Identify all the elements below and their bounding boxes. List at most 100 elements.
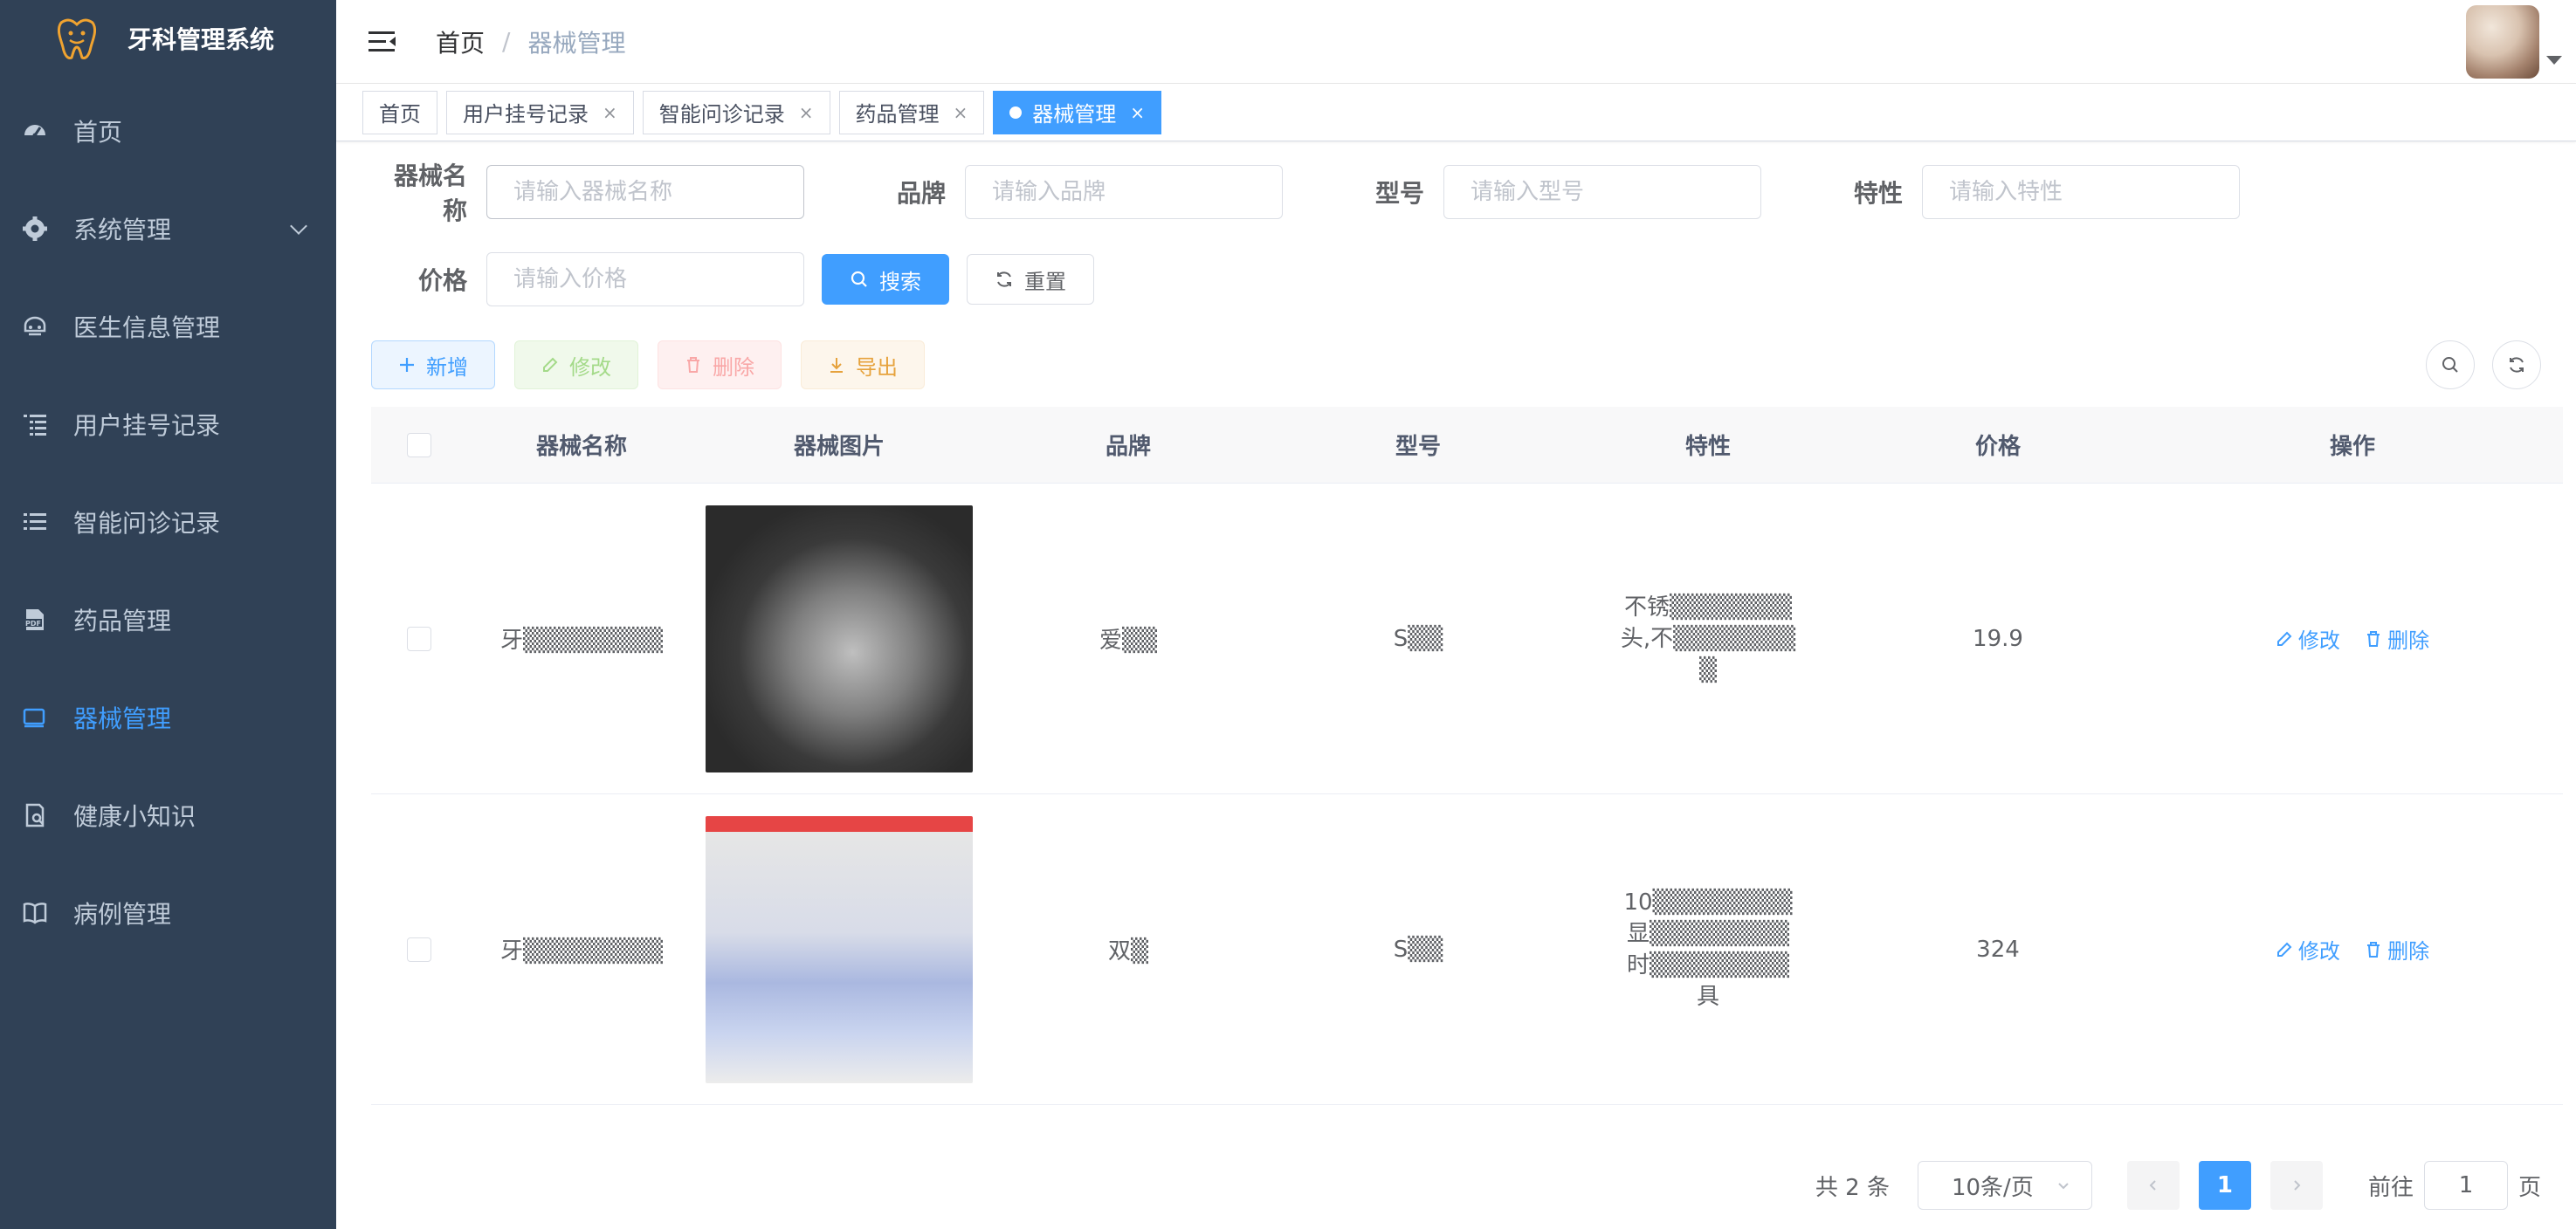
- column-header[interactable]: 特性: [1562, 429, 1854, 461]
- export-button[interactable]: 导出: [801, 340, 925, 389]
- tag-instrument[interactable]: 器械管理 ×: [993, 90, 1162, 134]
- feature-line: 头,不▒▒▒▒▒▒▒: [1620, 625, 1796, 652]
- add-button[interactable]: 新增: [371, 340, 495, 389]
- sidebar-item-label: 病例管理: [73, 900, 172, 929]
- avatar[interactable]: [2466, 5, 2539, 79]
- column-header[interactable]: 器械名称: [467, 429, 696, 461]
- refresh-icon: [995, 270, 1014, 289]
- trash-icon: [685, 356, 702, 374]
- top-navbar: 首页 / 器械管理: [336, 0, 2576, 84]
- row-edit-link[interactable]: 修改: [2276, 623, 2340, 654]
- next-page-button[interactable]: [2269, 1161, 2323, 1210]
- feature-line: 具: [1696, 983, 1719, 1010]
- form-label: 特性: [1853, 179, 1903, 208]
- column-header: 操作: [2329, 434, 2375, 460]
- sidebar-item-label: 系统管理: [73, 216, 172, 244]
- cell-model: S▒▒: [1393, 936, 1443, 963]
- cell-name: 牙▒▒▒▒▒▒▒▒: [500, 628, 663, 654]
- tag-medicine[interactable]: 药品管理 ×: [838, 90, 985, 134]
- tag-label: 用户挂号记录: [463, 102, 589, 127]
- sidebar-item-instrument[interactable]: 器械管理: [0, 669, 336, 766]
- close-icon[interactable]: ×: [1130, 102, 1145, 123]
- pagination: 共 2 条 10条/页 1 前往 1 页: [1815, 1161, 2541, 1210]
- form-label: 品牌: [896, 179, 946, 208]
- row-delete-link[interactable]: 删除: [2365, 934, 2429, 965]
- close-icon[interactable]: ×: [799, 102, 814, 123]
- sidebar-item-consultation[interactable]: 智能问诊记录: [0, 473, 336, 571]
- feature-line: 显▒▒▒▒▒▒▒▒: [1627, 920, 1789, 947]
- tag-registration[interactable]: 用户挂号记录 ×: [446, 90, 634, 134]
- tags-view: 首页 用户挂号记录 × 智能问诊记录 × 药品管理 × 器械管理 ×: [336, 84, 2576, 141]
- instrument-image[interactable]: [706, 505, 973, 772]
- sidebar-item-label: 智能问诊记录: [73, 509, 221, 538]
- prev-page-button[interactable]: [2126, 1161, 2180, 1210]
- refresh-table-button[interactable]: [2492, 340, 2541, 389]
- cell-price: 19.9: [1973, 625, 2023, 652]
- chevron-down-icon: [290, 217, 307, 235]
- active-dot-icon: [1009, 106, 1023, 119]
- close-icon[interactable]: ×: [603, 102, 617, 123]
- form-label: 器械名称: [393, 161, 467, 225]
- row-delete-label: 删除: [2387, 939, 2430, 964]
- edit-button[interactable]: 修改: [514, 340, 638, 389]
- row-checkbox[interactable]: [407, 937, 431, 962]
- trash-icon: [2367, 941, 2380, 958]
- column-header[interactable]: 器械图片: [696, 429, 982, 461]
- page-number-current[interactable]: 1: [2198, 1161, 2251, 1210]
- tag-consultation[interactable]: 智能问诊记录 ×: [642, 90, 830, 134]
- reset-button[interactable]: 重置: [967, 254, 1094, 305]
- reset-button-label: 重置: [1024, 269, 1066, 294]
- feature-input[interactable]: [1922, 165, 2240, 219]
- column-header[interactable]: 价格: [1854, 429, 2142, 461]
- sidebar-item-label: 医生信息管理: [73, 313, 221, 342]
- sidebar-item-cases[interactable]: 病例管理: [0, 864, 336, 962]
- cell-name: 牙▒▒▒▒▒▒▒▒: [500, 938, 663, 965]
- sidebar-menu: 首页 系统管理 医生信息管理 用户挂号记录 智能问诊记录 PDF 药品管理 器械…: [0, 82, 336, 962]
- sidebar-item-doctor[interactable]: 医生信息管理: [0, 278, 336, 375]
- page-content: 器械名称 品牌 型号 特性 价格: [336, 148, 2576, 1105]
- tooth-logo-icon: [57, 18, 97, 59]
- pdf-icon: PDF: [21, 606, 49, 634]
- feature-line: ▒: [1699, 656, 1717, 683]
- search-button[interactable]: 搜索: [822, 254, 949, 305]
- close-icon[interactable]: ×: [954, 102, 968, 123]
- sidebar-item-system[interactable]: 系统管理: [0, 180, 336, 278]
- page-size-select[interactable]: 10条/页: [1917, 1161, 2092, 1210]
- table-row: 牙▒▒▒▒▒▒▒▒ 爱▒▒ S▒▒ 不锈▒▒▒▒▒▒▒ 头,不▒▒▒▒▒▒▒ ▒…: [371, 484, 2563, 794]
- pagination-total: 共 2 条: [1815, 1174, 1890, 1201]
- app-root: 牙科管理系统 首页 系统管理 医生信息管理 用户挂号记录 智能问诊记录 PDF …: [0, 0, 2576, 1229]
- chevron-right-icon: [2294, 1180, 2301, 1191]
- tag-label: 智能问诊记录: [658, 102, 785, 127]
- sidebar-item-medicine[interactable]: PDF 药品管理: [0, 571, 336, 669]
- model-input[interactable]: [1443, 165, 1761, 219]
- brand-input[interactable]: [965, 165, 1283, 219]
- select-all-checkbox[interactable]: [407, 432, 431, 457]
- sidebar-item-home[interactable]: 首页: [0, 82, 336, 180]
- toggle-search-button[interactable]: [2426, 340, 2475, 389]
- name-input[interactable]: [486, 165, 804, 219]
- delete-button[interactable]: 删除: [658, 340, 782, 389]
- form-item-model: 型号: [1328, 165, 1761, 219]
- breadcrumb-home[interactable]: 首页: [436, 24, 485, 59]
- list-tree-icon: [21, 410, 49, 438]
- caret-down-icon[interactable]: [2546, 56, 2562, 65]
- cell-price: 324: [1976, 936, 2020, 963]
- row-checkbox[interactable]: [407, 626, 431, 651]
- sidebar-item-knowledge[interactable]: 健康小知识: [0, 766, 336, 864]
- feature-text: 10▒▒▒▒▒▒▒▒ 显▒▒▒▒▒▒▒▒ 时▒▒▒▒▒▒▒▒ 具: [1562, 887, 1854, 1013]
- price-input[interactable]: [486, 252, 804, 306]
- sidebar-item-registration[interactable]: 用户挂号记录: [0, 375, 336, 473]
- form-item-name: 器械名称: [371, 157, 804, 227]
- row-edit-link[interactable]: 修改: [2276, 934, 2340, 965]
- instrument-image[interactable]: [706, 815, 973, 1083]
- tag-home[interactable]: 首页: [362, 90, 437, 134]
- main-area: 首页 / 器械管理 首页 用户挂号记录 × 智能问诊记录 × 药品管理 × 器械…: [336, 0, 2576, 1229]
- edit-icon: [541, 356, 559, 374]
- row-delete-link[interactable]: 删除: [2365, 623, 2429, 654]
- column-header[interactable]: 品牌: [982, 429, 1274, 461]
- feature-line: 时▒▒▒▒▒▒▒▒: [1627, 951, 1789, 978]
- goto-page-input[interactable]: 1: [2423, 1161, 2508, 1210]
- hamburger-icon[interactable]: [368, 30, 397, 54]
- column-header[interactable]: 型号: [1274, 429, 1562, 461]
- feature-text: 不锈▒▒▒▒▒▒▒ 头,不▒▒▒▒▒▒▒ ▒: [1562, 592, 1854, 686]
